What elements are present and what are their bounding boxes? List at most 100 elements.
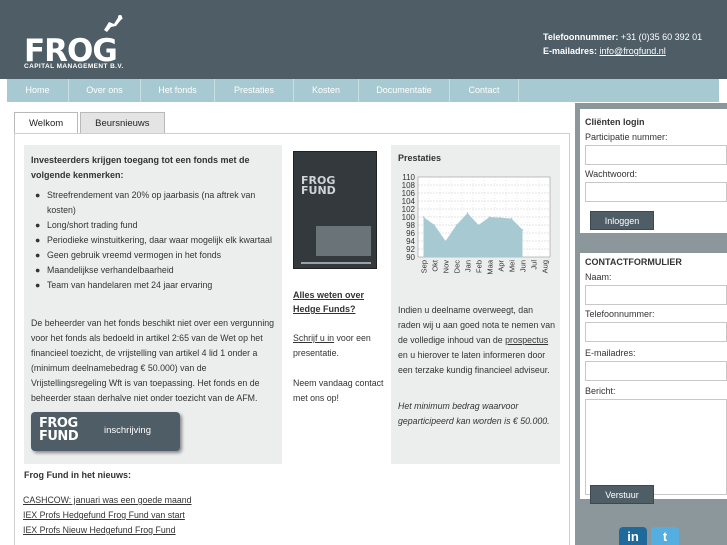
- feature-item: ● Streefrendement van 20% op jaarbasis (n…: [35, 188, 277, 218]
- message-label: Bericht:: [585, 386, 616, 396]
- feature-text: Geen gebruik vreemd vermogen in het fond…: [47, 250, 222, 260]
- nav-item-het-fonds[interactable]: Het fonds: [141, 79, 215, 102]
- book-cover-graphic: [316, 226, 371, 256]
- send-button[interactable]: Verstuur: [590, 485, 654, 504]
- logo-subtitle: CAPITAL MANAGEMENT B.V.: [24, 63, 124, 70]
- twitter-icon[interactable]: t: [651, 527, 679, 545]
- nav-item-documentatie[interactable]: Documentatie: [359, 79, 450, 102]
- chart-y-tick-label: 110: [402, 173, 415, 182]
- chart-data-point: [466, 212, 469, 214]
- performance-column: Prestaties 90 92 94 96 98 100 102 104 106 108 110 S…: [391, 145, 560, 464]
- button-brand: FROG FUND: [39, 416, 79, 444]
- chart-x-tick-label: Maa: [486, 259, 495, 274]
- contact-cta: Neem vandaag contact met ons op!: [293, 378, 384, 403]
- linkedin-glyph: in: [627, 529, 639, 544]
- prospectus-text-2: en u hierover te laten informeren door e…: [398, 350, 550, 375]
- tab-beursnieuws[interactable]: Beursnieuws: [80, 112, 165, 134]
- password-input[interactable]: [585, 182, 727, 202]
- frog-icon: [104, 15, 123, 32]
- frog-logo[interactable]: FROG CAPITAL MANAGEMENT B.V.: [22, 14, 132, 74]
- phone-row: Telefoonnummer: +31 (0)35 60 392 01: [543, 30, 702, 44]
- message-textarea[interactable]: [585, 399, 727, 495]
- content-tabs: Welkom Beursnieuws: [14, 112, 167, 134]
- performance-title: Prestaties: [398, 153, 442, 163]
- participant-input[interactable]: [585, 145, 727, 165]
- email-link[interactable]: info@frogfund.nl: [600, 46, 666, 56]
- email-row: E-mailadres: info@frogfund.nl: [543, 44, 702, 58]
- chart-x-tick-label: Apr: [497, 259, 506, 271]
- main-panel: Investeerders krijgen toegang tot een fo…: [14, 133, 570, 545]
- feature-item: ● Periodieke winstuitkering, daar waar mo…: [35, 233, 277, 248]
- header-contact-info: Telefoonnummer: +31 (0)35 60 392 01 E-ma…: [543, 30, 702, 58]
- feature-item: ● Long/short trading fund: [35, 218, 277, 233]
- chart-x-tick-label: Jul: [530, 260, 539, 270]
- chart-y-tick-label: 106: [402, 189, 416, 198]
- signup-link[interactable]: Schrijf u in: [293, 333, 334, 343]
- prospectus-link[interactable]: prospectus: [505, 335, 548, 345]
- chart-y-tick-label: 104: [402, 197, 416, 206]
- phone-input[interactable]: [585, 322, 727, 342]
- chart-y-tick-label: 96: [406, 229, 415, 238]
- linkedin-icon[interactable]: in: [619, 527, 647, 545]
- feature-list: ● Streefrendement van 20% op jaarbasis (n…: [35, 188, 277, 293]
- chart-x-tick-label: Okt: [431, 259, 440, 272]
- site-header: FROG CAPITAL MANAGEMENT B.V. Telefoonnum…: [0, 0, 727, 79]
- brochure-image[interactable]: FROG FUND: [293, 151, 377, 269]
- chart-x-tick-label: Dec: [453, 260, 462, 274]
- name-input[interactable]: [585, 285, 727, 305]
- news-link[interactable]: IEX Profs Hedgefund Frog Fund van start: [23, 508, 192, 523]
- contact-form-box: CONTACTFORMULIER Naam: Telefoonnummer: E…: [580, 253, 727, 504]
- password-label: Wachtwoord:: [585, 169, 638, 179]
- chart-x-tick-label: Jan: [464, 260, 473, 272]
- feature-item: ● Maandelijkse verhandelbaarheid: [35, 263, 277, 278]
- performance-chart: 9092949698100102104106108110 Sep Okt Nov Dec…: [402, 173, 551, 275]
- login-button[interactable]: Inloggen: [590, 211, 654, 230]
- chart-data-point: [455, 224, 458, 226]
- nav-item-contact[interactable]: Contact: [450, 79, 519, 102]
- contact-form-title: CONTACTFORMULIER: [585, 257, 682, 267]
- button-label: inschrijving: [104, 425, 151, 436]
- chart-x-tick-label: Aug: [541, 260, 550, 273]
- chart-y-tick-label: 100: [402, 213, 416, 222]
- chart-y-tick-label: 108: [402, 181, 416, 190]
- nav-item-prestaties[interactable]: Prestaties: [215, 79, 294, 102]
- inschrijving-button[interactable]: FROG FUND inschrijving: [31, 412, 180, 451]
- phone-label: Telefoonnummer:: [543, 32, 619, 42]
- bullet-icon: ●: [35, 250, 41, 260]
- chart-data-point: [488, 216, 491, 218]
- news-link[interactable]: CASHCOW: januari was een goede maand: [23, 493, 192, 508]
- chart-data-point: [499, 217, 502, 219]
- disclaimer-text: De beheerder van het fonds beschikt niet…: [31, 318, 275, 403]
- nav-item-home[interactable]: Home: [7, 79, 69, 102]
- chart-data-point: [510, 217, 513, 220]
- main-nav: Home Over ons Het fonds Prestaties Koste…: [7, 79, 719, 102]
- chart-x-tick-label: Feb: [475, 260, 484, 273]
- chart-data-point: [477, 224, 480, 226]
- chart-x-tick-label: Nov: [442, 260, 451, 274]
- news-list: CASHCOW: januari was een goede maand IEX…: [23, 493, 192, 538]
- participant-label: Participatie nummer:: [585, 132, 668, 142]
- email-input[interactable]: [585, 361, 727, 381]
- email-label: E-mailadres:: [543, 46, 598, 56]
- news-title: Frog Fund in het nieuws:: [24, 470, 131, 480]
- presentation-text: Schrijf u in voor een presentatie.: [293, 331, 387, 361]
- chart-data-point: [433, 224, 436, 226]
- feature-text: Team van handelaren met 24 jaar ervaring: [47, 280, 213, 290]
- chart-x-tick-label: Sep: [420, 260, 429, 273]
- chart-data-point: [444, 240, 447, 242]
- feature-text: Maandelijkse verhandelbaarheid: [47, 265, 174, 275]
- feature-item: ● Geen gebruik vreemd vermogen in het fon…: [35, 248, 277, 263]
- nav-item-over-ons[interactable]: Over ons: [69, 79, 141, 102]
- hedge-funds-link[interactable]: Alles weten over Hedge Funds?: [293, 288, 387, 316]
- intro-heading: Investeerders krijgen toegang tot een fo…: [31, 155, 250, 180]
- chart-data-point: [521, 229, 524, 231]
- prospectus-text: Indien u deelname overweegt, dan raden w…: [398, 303, 556, 378]
- feature-item: ● Team van handelaren met 24 jaar ervarin…: [35, 278, 277, 293]
- nav-item-kosten[interactable]: Kosten: [294, 79, 359, 102]
- tab-welkom[interactable]: Welkom: [14, 112, 79, 134]
- chart-data-point: [422, 216, 425, 218]
- chart-x-tick-label: Mei: [508, 260, 517, 272]
- feature-text: Streefrendement van 20% op jaarbasis (na…: [47, 190, 256, 215]
- news-link[interactable]: IEX Profs Nieuw Hedgefund Frog Fund: [23, 523, 192, 538]
